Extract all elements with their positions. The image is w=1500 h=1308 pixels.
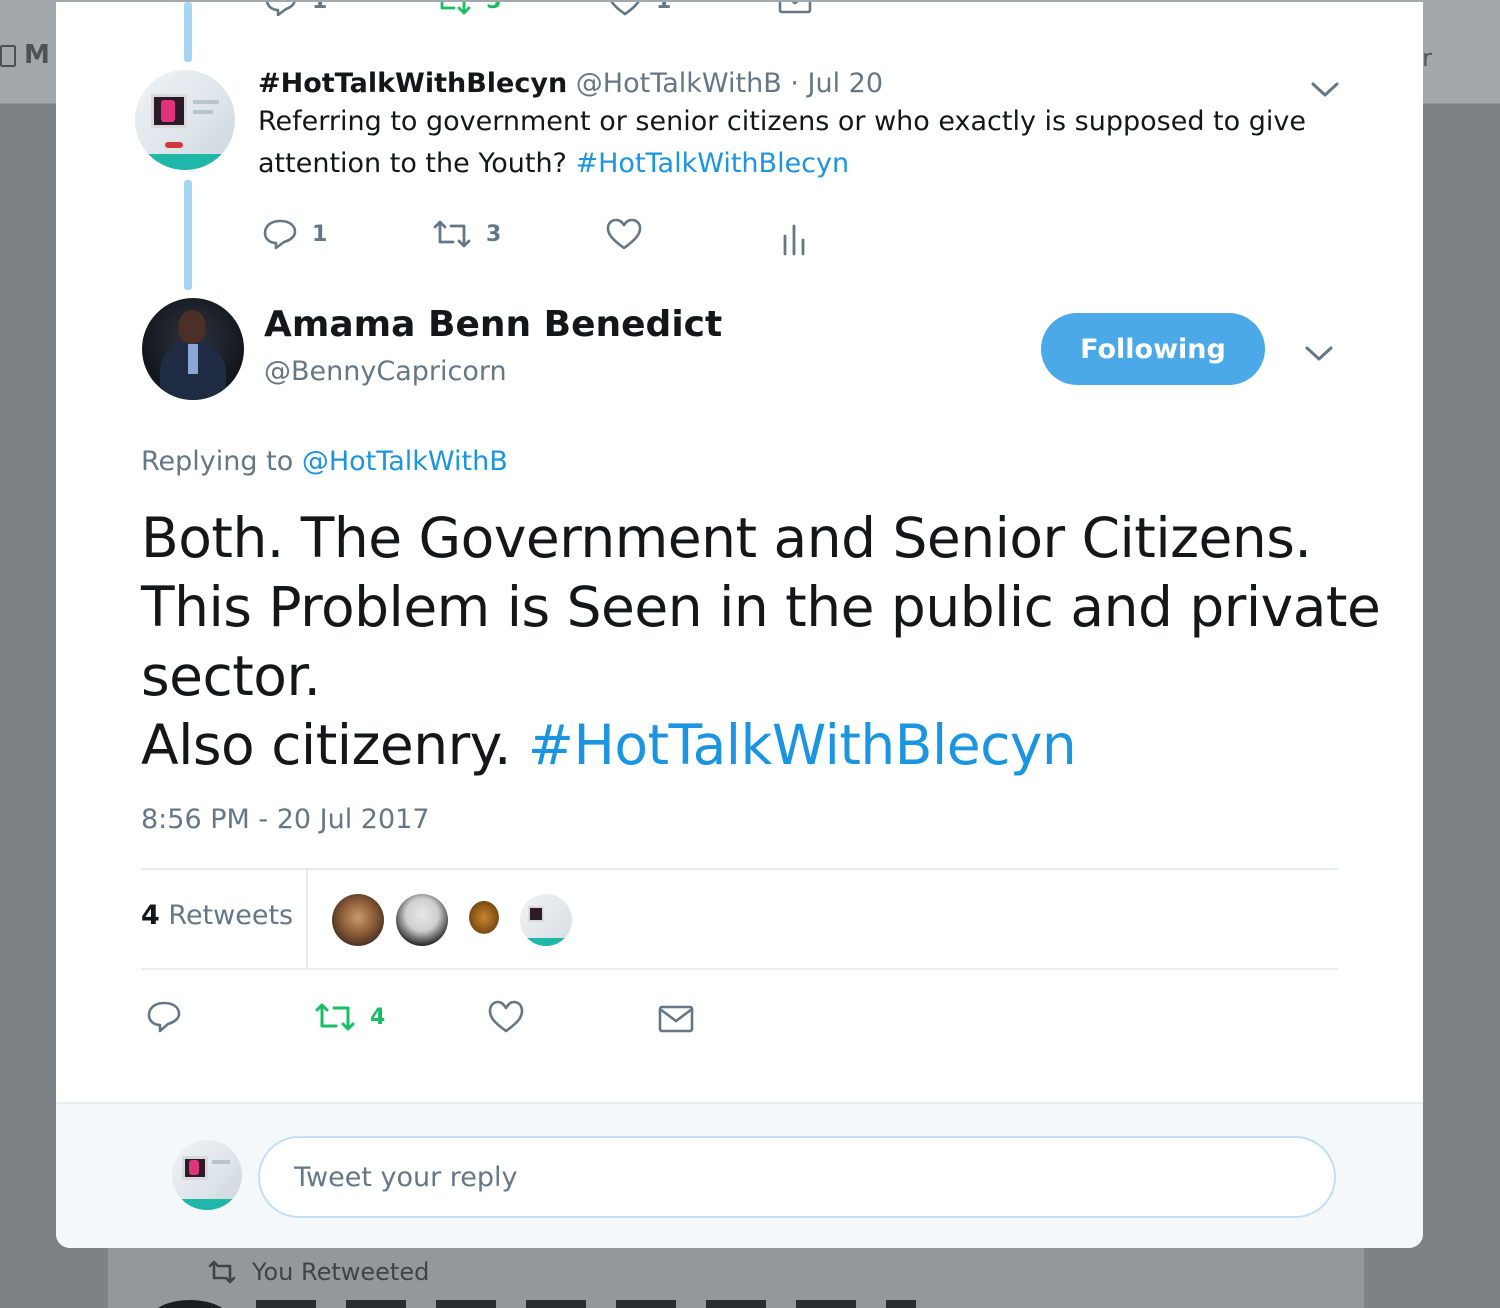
reply-icon <box>147 1001 181 1033</box>
reply-icon <box>263 219 297 250</box>
thread-line-middle <box>184 180 192 290</box>
direct-message-icon <box>778 2 812 14</box>
analytics-icon <box>783 224 805 256</box>
replying-to: Replying to @HotTalkWithB <box>141 446 508 477</box>
tweet-text-line: This Problem is Seen in the public and p… <box>141 575 1381 639</box>
previous-tweet[interactable]: #HotTalkWithBlecyn @HotTalkWithB · Jul 2… <box>258 68 1348 185</box>
analytics-action[interactable] <box>780 222 808 256</box>
tweet-modal: 1 5 1 #HotTalkWithBlecyn @HotTalkWithB ·… <box>56 2 1423 1248</box>
previous-tweet-author-name[interactable]: #HotTalkWithBlecyn <box>258 68 567 99</box>
reply-action[interactable] <box>146 1000 182 1034</box>
retweeter-avatar[interactable] <box>396 894 448 946</box>
background-name-fragment <box>256 1300 916 1308</box>
chevron-down-icon[interactable] <box>1310 80 1340 98</box>
retweet-stats[interactable]: 4 Retweets <box>141 900 293 931</box>
retweet-icon <box>433 220 471 248</box>
tweet-text-line: sector. <box>141 644 321 708</box>
like-icon <box>610 2 640 16</box>
background-you-retweeted: You Retweeted <box>206 1258 429 1286</box>
reply-composer <box>56 1102 1423 1248</box>
divider <box>141 968 1338 970</box>
hashtag-link[interactable]: #HotTalkWithBlecyn <box>576 148 850 179</box>
avatar[interactable] <box>142 298 244 400</box>
direct-message-icon <box>658 1005 694 1033</box>
compose-icon <box>0 44 16 67</box>
like-action[interactable]: 1 <box>608 2 671 16</box>
tweet-text: Both. The Government and Senior Citizens… <box>141 504 1381 780</box>
author-handle[interactable]: @BennyCapricorn <box>264 356 507 387</box>
tweet-timestamp[interactable]: 8:56 PM - 20 Jul 2017 <box>141 804 430 835</box>
background-right-fragment: r <box>1422 44 1432 72</box>
background-compose-fragment: M <box>0 40 50 70</box>
tweet-text-line: Both. The Government and Senior Citizens… <box>141 506 1312 570</box>
replying-to-handle[interactable]: @HotTalkWithB <box>302 446 508 477</box>
reply-action[interactable]: 1 <box>264 2 327 16</box>
avatar[interactable] <box>172 1140 242 1210</box>
reply-icon <box>265 2 296 16</box>
like-icon <box>488 1000 524 1033</box>
reply-input[interactable] <box>258 1136 1336 1218</box>
reply-action[interactable]: 1 <box>262 218 327 250</box>
direct-message-action[interactable] <box>778 2 812 16</box>
chevron-down-icon[interactable] <box>1304 344 1334 362</box>
avatar[interactable] <box>135 70 235 170</box>
retweet-action[interactable]: 3 <box>432 218 501 250</box>
previous-tweet-header: #HotTalkWithBlecyn @HotTalkWithB · Jul 2… <box>258 68 1348 99</box>
retweet-action[interactable]: 5 <box>434 2 501 16</box>
retweet-icon <box>315 1003 355 1031</box>
thread-line-top <box>184 2 192 62</box>
like-action[interactable] <box>606 218 642 250</box>
previous-tweet-text: Referring to government or senior citize… <box>258 106 1306 179</box>
hashtag-link[interactable]: #HotTalkWithBlecyn <box>528 713 1077 777</box>
like-icon <box>606 218 642 250</box>
retweeter-avatar[interactable] <box>458 894 510 946</box>
divider <box>306 870 308 970</box>
previous-tweet-handle[interactable]: @HotTalkWithB <box>576 68 782 99</box>
previous-tweet-date[interactable]: · Jul 20 <box>790 68 883 99</box>
like-action[interactable] <box>488 1000 524 1034</box>
author-name[interactable]: Amama Benn Benedict <box>264 304 722 345</box>
tweet-text-line: Also citizenry. #HotTalkWithBlecyn <box>141 713 1077 777</box>
retweeter-avatar[interactable] <box>332 894 384 946</box>
retweet-icon <box>440 2 471 15</box>
retweet-icon <box>208 1260 236 1284</box>
divider <box>141 868 1338 870</box>
retweet-action[interactable]: 4 <box>314 1000 385 1034</box>
retweeter-avatar[interactable] <box>520 894 572 946</box>
direct-message-action[interactable] <box>658 1004 694 1034</box>
following-button[interactable]: Following <box>1041 313 1265 385</box>
